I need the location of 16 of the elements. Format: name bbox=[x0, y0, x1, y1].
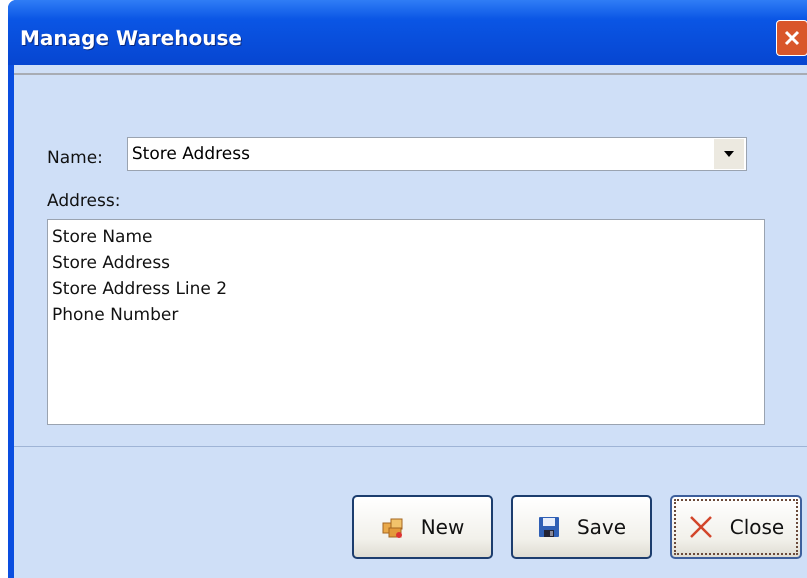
text-line: Store Address bbox=[52, 252, 172, 275]
text-line: Store Address Line 2 bbox=[52, 278, 228, 301]
save-button[interactable]: Save bbox=[511, 495, 652, 559]
close-icon bbox=[688, 514, 714, 540]
new-button[interactable]: New bbox=[352, 495, 493, 559]
caret-icon bbox=[722, 150, 735, 158]
text-line: Store Name bbox=[52, 226, 154, 249]
name-dropdown[interactable]: Store Address bbox=[126, 137, 747, 171]
close-window-button[interactable] bbox=[776, 20, 807, 56]
address-field[interactable]: Store Name Store Address Store Address Line 2 Phone Number bbox=[47, 219, 765, 425]
window-title: Manage Warehouse bbox=[20, 26, 242, 50]
close-button[interactable]: Close bbox=[670, 495, 802, 559]
name-label: Name: bbox=[47, 148, 103, 168]
text-line: Phone Number bbox=[52, 304, 180, 327]
address-label: Address: bbox=[47, 191, 122, 211]
dropdown-button[interactable] bbox=[714, 139, 744, 169]
